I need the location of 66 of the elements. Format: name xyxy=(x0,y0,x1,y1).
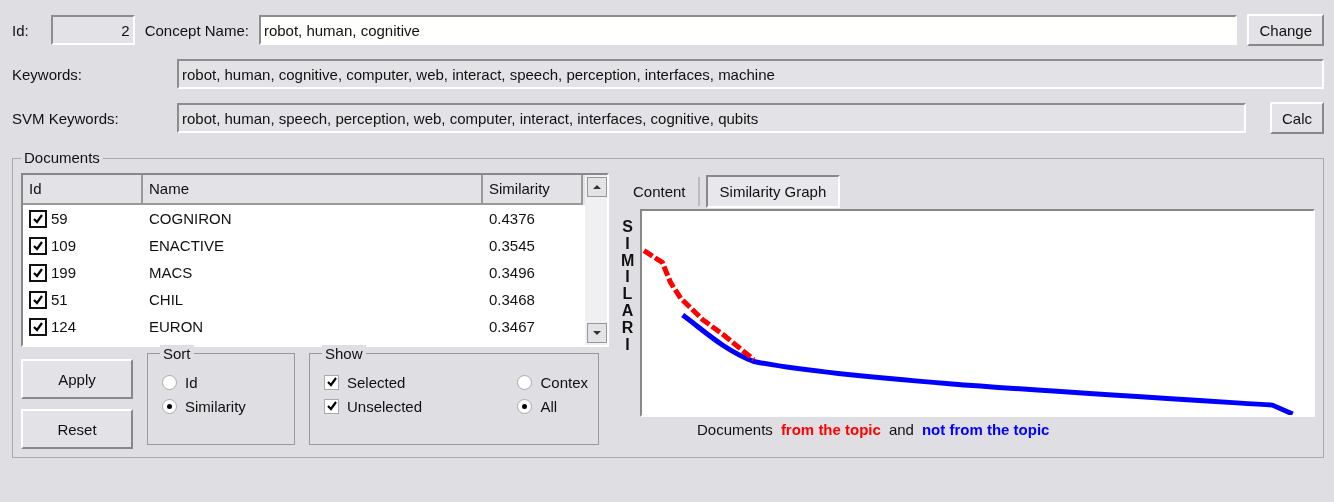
reset-button[interactable]: Reset xyxy=(21,409,133,449)
tab[interactable]: Content xyxy=(621,176,700,206)
table-cell-text: EURON xyxy=(148,318,205,335)
svm-keywords-field[interactable]: robot, human, speech, perception, web, computer, interact, interfaces, cognitive, qubits xyxy=(177,103,1246,133)
radio-label: Id xyxy=(185,373,198,391)
scroll-up-icon[interactable] xyxy=(587,177,607,197)
radio-button[interactable] xyxy=(517,398,533,414)
table-cell-text: CHIL xyxy=(148,291,185,308)
table-cell: 109 xyxy=(51,237,77,254)
apply-button[interactable]: Apply xyxy=(21,359,133,399)
checkbox-label: Unselected xyxy=(347,397,423,415)
radio-button[interactable] xyxy=(162,374,177,390)
keywords-field[interactable]: robot, human, cognitive, computer, web, interact, speech, perception, interfaces, machine xyxy=(177,59,1324,89)
column-header[interactable]: Id xyxy=(23,175,143,205)
checkbox[interactable] xyxy=(324,398,339,414)
checkbox[interactable] xyxy=(29,263,47,282)
group-title: Sort xyxy=(160,345,194,362)
legend-text: not from the topic xyxy=(921,421,1050,438)
table-cell-text: MACS xyxy=(148,264,194,281)
table-cell-text: 0.3545 xyxy=(488,237,536,254)
checkbox[interactable] xyxy=(324,374,339,390)
table-cell: 124 xyxy=(51,318,77,335)
legend-text: from the topic xyxy=(780,421,881,438)
table-cell: 51 xyxy=(51,291,68,308)
id-field[interactable]: 2 xyxy=(50,15,135,45)
table-cell: 199 xyxy=(51,264,77,281)
checkmark-icon xyxy=(32,212,44,225)
table-cell-text: 0.3467 xyxy=(488,318,536,335)
keywords-label: Keywords: xyxy=(12,65,84,83)
radio-button[interactable] xyxy=(162,398,177,414)
scroll-down-icon[interactable] xyxy=(587,323,607,343)
tab[interactable]: Similarity Graph xyxy=(705,174,841,208)
checkbox[interactable] xyxy=(29,290,47,309)
axis-label: SIMILARI xyxy=(621,217,634,354)
checkmark-icon xyxy=(325,376,338,388)
table-cell-text: 0.3468 xyxy=(488,291,536,308)
radio-label: Contex xyxy=(540,373,588,391)
radio-button[interactable] xyxy=(517,374,533,390)
table-cell-text: 0.4376 xyxy=(488,210,536,227)
checkmark-icon xyxy=(325,400,338,412)
column-header[interactable]: Name xyxy=(143,175,483,205)
scrollbar[interactable] xyxy=(585,175,607,345)
id-label: Id: xyxy=(12,21,29,39)
radio-label: Similarity xyxy=(185,397,246,415)
checkbox[interactable] xyxy=(29,317,47,336)
checkbox[interactable] xyxy=(29,236,47,255)
checkmark-icon xyxy=(32,320,44,333)
table-cell-text: 0.3496 xyxy=(488,264,536,281)
checkmark-icon xyxy=(32,239,44,252)
table-cell-text: ENACTIVE xyxy=(148,237,225,254)
svm-keywords-label: SVM Keywords: xyxy=(12,109,120,127)
table-cell: 59 xyxy=(51,210,68,227)
checkmark-icon xyxy=(32,293,44,306)
group-title: Show xyxy=(322,345,366,362)
concept-name-field[interactable]: robot, human, cognitive xyxy=(258,15,1238,45)
change-button[interactable]: Change xyxy=(1247,14,1324,46)
legend-text: Documents xyxy=(697,421,773,438)
table-cell-text: COGNIRON xyxy=(148,210,233,227)
checkmark-icon xyxy=(32,266,44,279)
legend-text: and xyxy=(888,421,914,438)
radio-label: All xyxy=(540,397,558,415)
column-header[interactable]: Similarity xyxy=(483,175,583,205)
calc-button[interactable]: Calc xyxy=(1270,102,1324,134)
checkbox[interactable] xyxy=(29,209,47,228)
concept-name-label: Concept Name: xyxy=(144,21,249,39)
checkbox-label: Selected xyxy=(347,373,406,391)
